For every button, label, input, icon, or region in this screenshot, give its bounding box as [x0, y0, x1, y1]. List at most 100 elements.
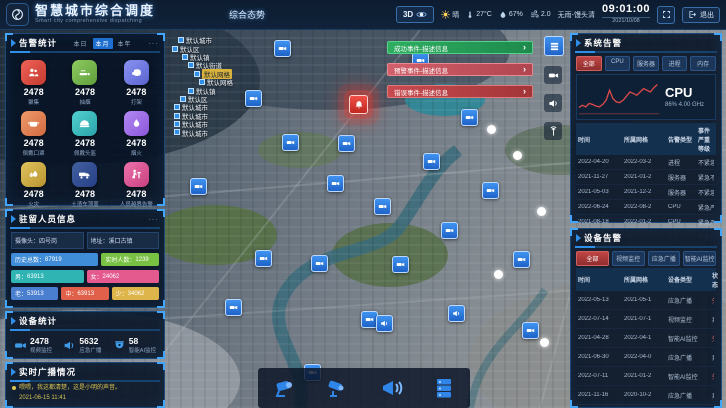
period-tab[interactable]: 本日 — [70, 38, 90, 49]
system-tab[interactable]: CPU — [605, 56, 631, 71]
cell-grid: 2022-04-1 — [624, 335, 666, 341]
3d-mode-toggle[interactable]: 3D — [396, 6, 434, 23]
device-tab[interactable]: 视频监控 — [612, 251, 645, 266]
map-marker[interactable] — [540, 338, 549, 347]
table-row[interactable]: 2022-07-11 2021-01-2 智能AI监控 失联 — [576, 367, 716, 386]
sky-text: 晴 — [452, 10, 459, 20]
rail-camera-button[interactable] — [544, 66, 562, 84]
wind-text: 2.0 — [541, 11, 551, 18]
exit-button[interactable]: 退出 — [682, 7, 720, 23]
map-marker[interactable] — [274, 40, 291, 57]
weather-desc: 无雨-馒头清 — [558, 10, 595, 20]
map-marker[interactable] — [190, 178, 207, 195]
column-header: 告警类型 — [668, 135, 696, 144]
map-marker[interactable] — [374, 198, 391, 215]
table-row[interactable]: 2021-04-28 2022-04-1 智能AI监控 失联 — [576, 329, 716, 348]
table-header: 时间所属网格设备类型状态 — [576, 268, 716, 291]
map-marker[interactable] — [482, 182, 499, 199]
rail-broadcast-button[interactable] — [544, 122, 562, 140]
device-tab[interactable]: 智能AI监控 — [683, 251, 716, 266]
panel-underline — [575, 51, 717, 53]
history-total-bar: 历史总数：87919 — [11, 253, 98, 266]
tile-value: 2478 — [111, 138, 162, 148]
camera-icon — [526, 326, 535, 335]
table-header: 时间所属网格告警类型事件严重等级 — [576, 123, 716, 155]
tool-megaphone-button[interactable] — [376, 373, 406, 403]
table-row[interactable]: 2021-05-03 2021-12-2 服务器 不紧急严重 — [576, 185, 716, 200]
cell-time: 2021-04-28 — [578, 335, 622, 341]
tool-server-button[interactable] — [429, 373, 459, 403]
panel-underline — [10, 51, 160, 53]
map-marker[interactable] — [513, 151, 522, 160]
system-tab[interactable]: 服务器 — [633, 56, 659, 71]
rail-layers-button[interactable] — [544, 36, 564, 56]
map-marker[interactable] — [255, 250, 272, 267]
map-marker[interactable] — [311, 255, 328, 272]
map-marker[interactable] — [487, 125, 496, 134]
map-marker[interactable] — [537, 207, 546, 216]
map-marker[interactable] — [338, 135, 355, 152]
cell-device-type: 应急广播 — [668, 391, 710, 400]
event-toast[interactable]: 预警事件-描述信息 › — [387, 63, 533, 76]
table-row[interactable]: 2022-06-24 2022-08-2 CPU 紧急严重 — [576, 200, 716, 215]
cell-time: 2021-05-03 — [578, 189, 622, 195]
tile-label: 佩戴口罩 — [8, 149, 59, 157]
tile-mask: 2478 佩戴口罩 — [8, 109, 59, 160]
cell-grid: 2022-01-2 — [624, 219, 666, 225]
map-marker[interactable] — [441, 222, 458, 239]
table-row[interactable]: 2022-07-14 2021-07-1 视频监控 异常 — [576, 310, 716, 329]
map-marker[interactable] — [448, 305, 465, 322]
weather-temp: 27°C — [466, 10, 492, 19]
system-tab[interactable]: 全部 — [576, 56, 602, 71]
map-marker[interactable] — [494, 270, 503, 279]
tool-cctv-button[interactable] — [323, 373, 353, 403]
camera-icon — [14, 339, 27, 352]
table-row[interactable]: 2021-06-30 2022-04-0 应急广播 异常 — [576, 348, 716, 367]
device-tab[interactable]: 应急广播 — [648, 251, 681, 266]
period-tab[interactable]: 本年 — [115, 38, 135, 49]
table-row[interactable]: 2022-05-13 2021-05-1 应急广播 失联 — [576, 291, 716, 310]
column-header: 设备类型 — [668, 275, 710, 284]
panel-title: 实时广播情况 — [19, 366, 76, 378]
column-header: 事件严重等级 — [698, 126, 714, 153]
cell-time: 2022-07-14 — [578, 316, 622, 322]
tree-bullet-icon — [178, 37, 184, 43]
helmet-icon — [72, 111, 97, 136]
map-marker[interactable] — [513, 251, 530, 268]
system-alert-tabs: 全部CPU服务器进程内存 — [576, 56, 716, 71]
time-text: 09:01:00 — [602, 4, 650, 15]
cpu-line-chart — [577, 76, 661, 118]
event-toast[interactable]: 成功事件-描述信息 › — [387, 41, 533, 54]
female-bar: 女：24062 — [87, 270, 160, 283]
period-tab[interactable]: 本月 — [93, 38, 113, 49]
table-row[interactable]: 2021-11-16 2020-10-2 应急广播 异常 — [576, 386, 716, 405]
map-marker[interactable] — [327, 175, 344, 192]
map-marker[interactable] — [392, 256, 409, 273]
map-marker[interactable] — [522, 322, 539, 339]
map-marker[interactable] — [423, 153, 440, 170]
table-row[interactable]: 2021-11-27 2021-01-2 服务器 紧急不严重 — [576, 170, 716, 185]
system-tab[interactable]: 内存 — [690, 56, 716, 71]
tree-row[interactable]: 默认城市 — [172, 128, 233, 136]
event-toast[interactable]: 错误事件-描述信息 › — [387, 85, 533, 98]
map-marker[interactable] — [461, 109, 478, 126]
map-marker[interactable] — [376, 315, 393, 332]
wind-icon — [530, 10, 539, 19]
tile-gathering: 2478 聚集 — [8, 58, 59, 109]
gathering-icon — [21, 60, 46, 85]
map-marker[interactable] — [225, 299, 242, 316]
map-marker[interactable] — [282, 134, 299, 151]
tile-smoke-fire: 2478 烟火 — [111, 109, 162, 160]
tile-value: 2478 — [8, 138, 59, 148]
alarm-marker[interactable] — [349, 95, 368, 114]
rail-speaker-button[interactable] — [544, 94, 562, 112]
system-tab[interactable]: 进程 — [662, 56, 688, 71]
fullscreen-button[interactable] — [657, 6, 675, 24]
device-tab[interactable]: 全部 — [576, 251, 609, 266]
system-alerts-panel: 系统告警 全部CPU服务器进程内存 CPU 86% 4.00 GHz 时间所属网… — [570, 33, 722, 223]
map-marker[interactable] — [245, 90, 262, 107]
table-row[interactable]: 2022-04-20 2022-03-2 进程 不紧急不严重 — [576, 155, 716, 170]
tool-ptz-camera-button[interactable] — [270, 373, 300, 403]
tab-overview[interactable]: 综合态势 — [221, 5, 273, 24]
tile-dump-truck: 2478 土渣车顶盖 — [59, 160, 110, 211]
